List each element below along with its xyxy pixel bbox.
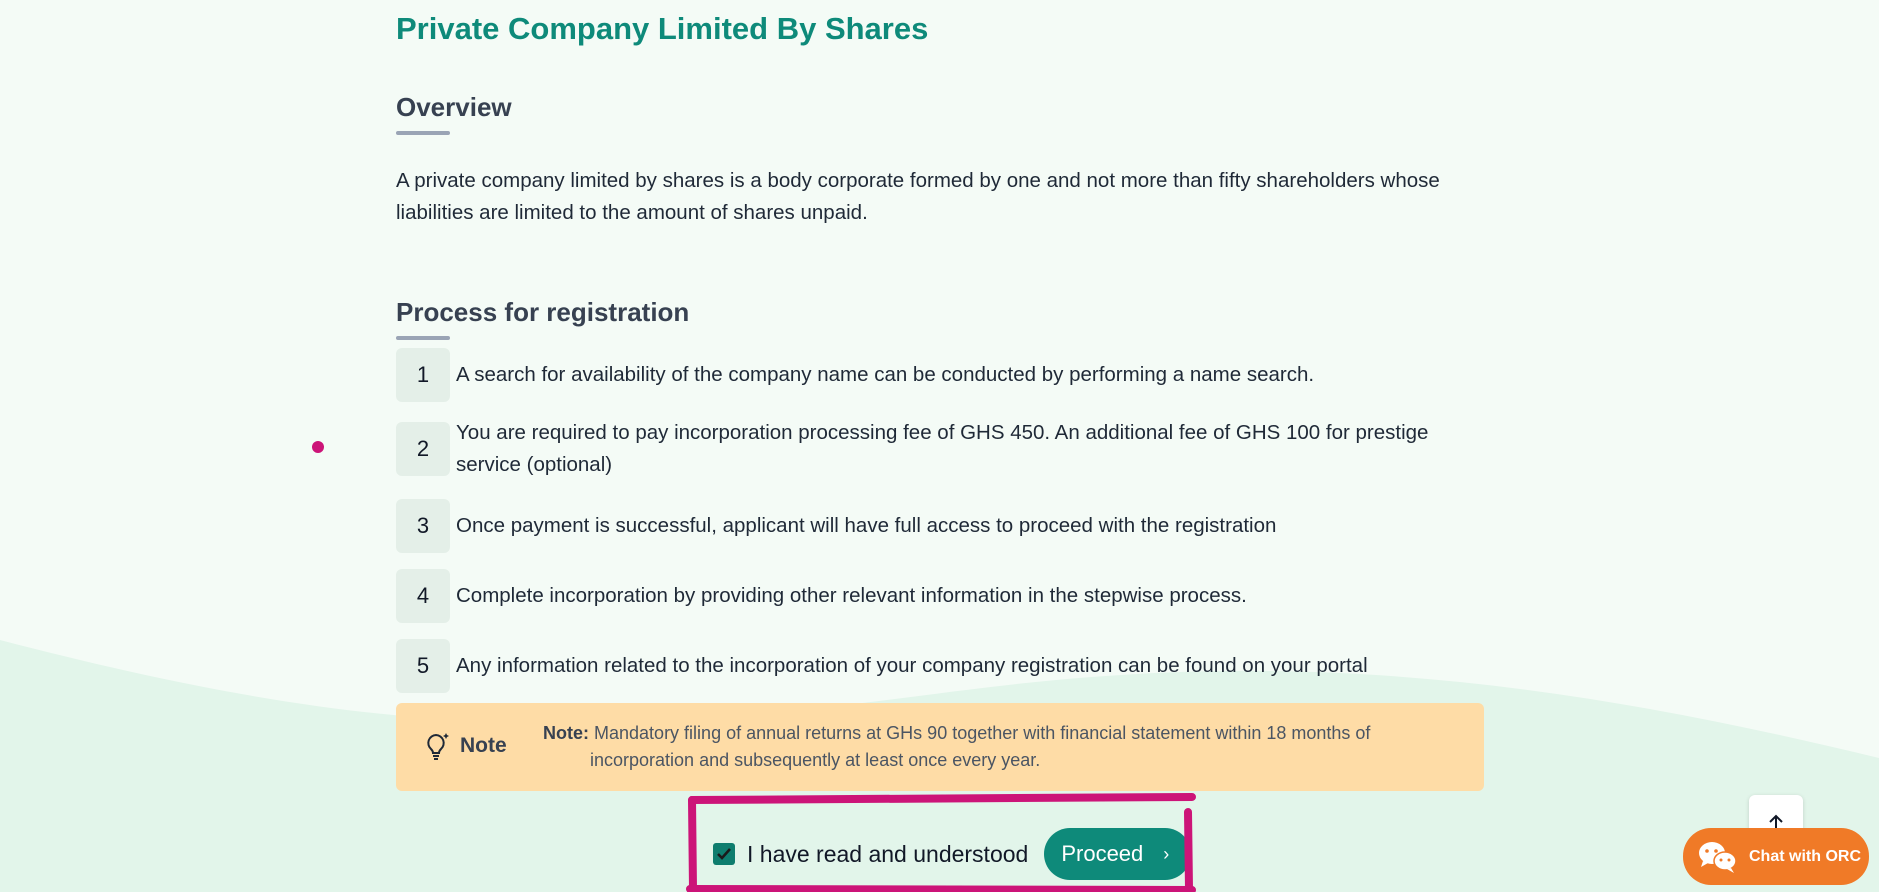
process-heading: Process for registration [396,297,690,327]
note-text: Note: Mandatory filing of annual returns… [543,720,1443,774]
step-item: 2 You are required to pay incorporation … [396,417,1496,481]
step-item: 5 Any information related to the incorpo… [396,639,1496,693]
note-line-2: incorporation and subsequently at least … [590,750,1041,770]
lightbulb-icon [427,733,449,760]
overview-heading: Overview [396,92,512,122]
page-title: Private Company Limited By Shares [396,11,929,46]
step-item: 4 Complete incorporation by providing ot… [396,569,1496,623]
step-text: You are required to pay incorporation pr… [456,421,1429,476]
step-number: 3 [396,499,450,553]
step-text: Complete incorporation by providing othe… [456,584,1247,607]
step-number: 4 [396,569,450,623]
step-text: Any information related to the incorpora… [456,654,1368,677]
chat-label: Chat with ORC [1749,847,1861,865]
step-item: 1 A search for availability of the compa… [396,348,1496,402]
chat-button[interactable]: Chat with ORC [1683,828,1869,885]
step-text: Once payment is successful, applicant wi… [456,514,1277,537]
step-text: A search for availability of the company… [456,363,1315,386]
step-item: 3 Once payment is successful, applicant … [396,499,1496,553]
step-number: 5 [396,639,450,693]
proceed-label: Proceed [1061,841,1144,866]
process-underline [396,336,450,340]
acknowledge-label[interactable]: I have read and understood [747,841,1028,868]
proceed-button[interactable]: Proceed › [1044,828,1192,880]
wechat-icon [1699,841,1737,873]
note-label: Note [424,731,507,761]
step-number: 1 [396,348,450,402]
step-number: 2 [396,422,450,476]
acknowledge-checkbox[interactable] [713,843,735,865]
overview-underline [396,131,450,135]
note-label-text: Note [460,734,507,757]
note-line-1: Mandatory filing of annual returns at GH… [594,723,1371,743]
chevron-right-icon: › [1163,843,1170,864]
accept-row: I have read and understood Proceed › [713,828,1192,880]
note-prefix: Note: [543,723,589,743]
checkmark-icon [717,848,731,860]
overview-text: A private company limited by shares is a… [396,169,1440,224]
note-box: Note Note: Mandatory filing of annual re… [396,703,1484,791]
